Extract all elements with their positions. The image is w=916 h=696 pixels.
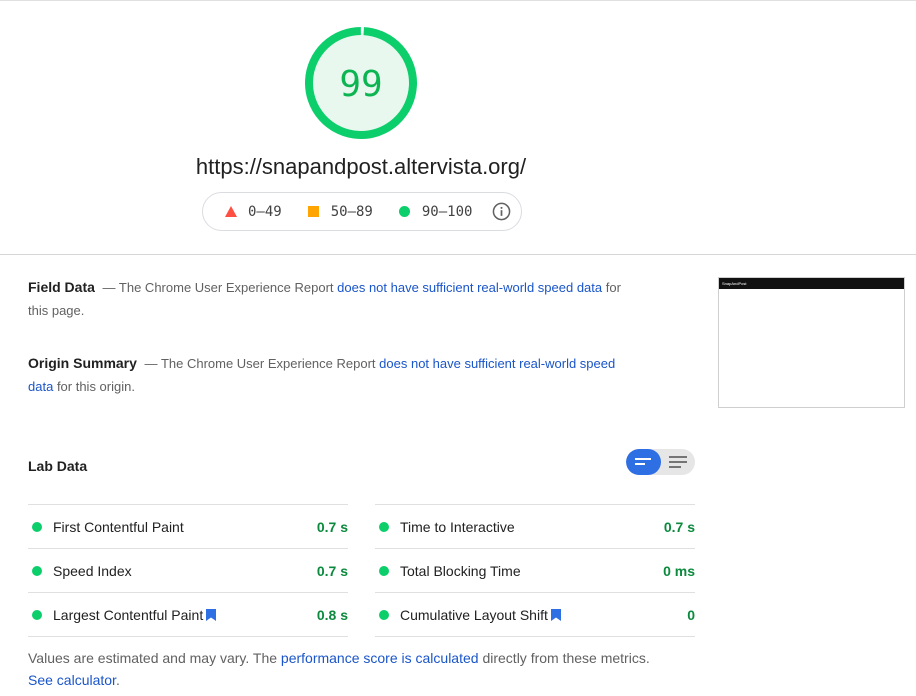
origin-summary-text-after: for this origin.	[56, 379, 135, 394]
pass-dot-icon	[379, 521, 389, 532]
origin-summary-section: Origin Summary — The Chrome User Experie…	[28, 352, 638, 398]
field-data-link[interactable]: does not have sufficient real-world spee…	[337, 280, 602, 295]
legend-pass-range: 90–100	[421, 203, 473, 220]
origin-summary-text: The Chrome User Experience Report	[160, 356, 376, 371]
metric-label: Time to Interactive	[400, 518, 515, 535]
metric-label: Cumulative Layout Shift	[400, 606, 548, 623]
field-data-text: The Chrome User Experience Report	[118, 280, 334, 295]
metric-label: Largest Contentful Paint	[53, 606, 204, 623]
info-icon[interactable]	[492, 202, 511, 221]
field-data-dash: —	[102, 280, 116, 295]
legend-average: 50–89	[307, 203, 373, 220]
disclaimer-period: .	[115, 672, 120, 688]
metric-row: First Contentful Paint 0.7 s	[28, 505, 348, 549]
page-screenshot-thumbnail[interactable]: SnapAndPost	[718, 277, 905, 408]
compact-view-icon	[635, 458, 652, 465]
lab-metrics-grid: First Contentful Paint 0.7 s Speed Index…	[28, 504, 695, 637]
top-divider	[0, 0, 916, 1]
metric-row: Time to Interactive 0.7 s	[375, 505, 695, 549]
field-data-title: Field Data	[28, 279, 95, 295]
lab-data-title: Lab Data	[28, 458, 88, 474]
metric-value: 0	[687, 606, 695, 623]
pass-dot-icon	[32, 521, 42, 532]
metric-value: 0 ms	[663, 562, 695, 579]
see-calculator-link[interactable]: See calculator	[28, 672, 116, 688]
metric-label: Total Blocking Time	[400, 562, 521, 579]
red-triangle-icon	[225, 206, 237, 217]
metric-label: First Contentful Paint	[53, 518, 184, 535]
disclaimer-text: Values are estimated and may vary. The	[28, 650, 278, 666]
metric-label-wrap: Cumulative Layout Shift	[400, 607, 687, 623]
pass-dot-icon	[379, 609, 389, 620]
disclaimer-text-middle: directly from these metrics.	[482, 650, 650, 666]
orange-square-icon	[307, 206, 319, 217]
bookmark-icon	[550, 608, 561, 621]
metrics-left-column: First Contentful Paint 0.7 s Speed Index…	[28, 504, 348, 637]
performance-score-gauge: 99	[304, 26, 418, 140]
score-legend: 0–49 50–89 90–100	[202, 192, 522, 231]
metric-row: Largest Contentful Paint 0.8 s	[28, 593, 348, 637]
metric-value: 0.7 s	[316, 518, 348, 535]
green-circle-icon	[398, 206, 410, 217]
legend-fail-range: 0–49	[248, 203, 282, 220]
section-divider	[0, 254, 916, 255]
legend-pass: 90–100	[398, 203, 473, 220]
metric-row: Speed Index 0.7 s	[28, 549, 348, 593]
expanded-view-icon	[668, 456, 687, 468]
compact-view-button[interactable]	[626, 449, 661, 475]
expanded-view-button[interactable]	[661, 449, 696, 475]
metric-value: 0.7 s	[663, 518, 695, 535]
metric-value: 0.8 s	[316, 606, 348, 623]
pass-dot-icon	[379, 565, 389, 576]
origin-summary-title: Origin Summary	[28, 355, 137, 371]
legend-fail: 0–49	[225, 204, 282, 220]
metric-value: 0.7 s	[316, 562, 348, 579]
metric-row: Total Blocking Time 0 ms	[375, 549, 695, 593]
tested-url: https://snapandpost.altervista.org/	[195, 154, 527, 179]
metrics-right-column: Time to Interactive 0.7 s Total Blocking…	[375, 504, 695, 637]
metric-label-wrap: Largest Contentful Paint	[53, 607, 317, 623]
pass-dot-icon	[32, 609, 42, 620]
legend-average-range: 50–89	[330, 203, 373, 220]
field-data-section: Field Data — The Chrome User Experience …	[28, 276, 638, 322]
metric-label: Speed Index	[53, 562, 132, 579]
metric-row: Cumulative Layout Shift 0	[375, 593, 695, 637]
thumbnail-header: SnapAndPost	[719, 278, 904, 289]
origin-summary-dash: —	[144, 356, 158, 371]
metrics-disclaimer: Values are estimated and may vary. The p…	[28, 647, 668, 691]
pass-dot-icon	[32, 565, 42, 576]
performance-score-value: 99	[339, 63, 383, 105]
score-calculation-link[interactable]: performance score is calculated	[281, 650, 479, 666]
metrics-view-toggle[interactable]	[626, 449, 695, 475]
bookmark-icon	[206, 608, 217, 621]
